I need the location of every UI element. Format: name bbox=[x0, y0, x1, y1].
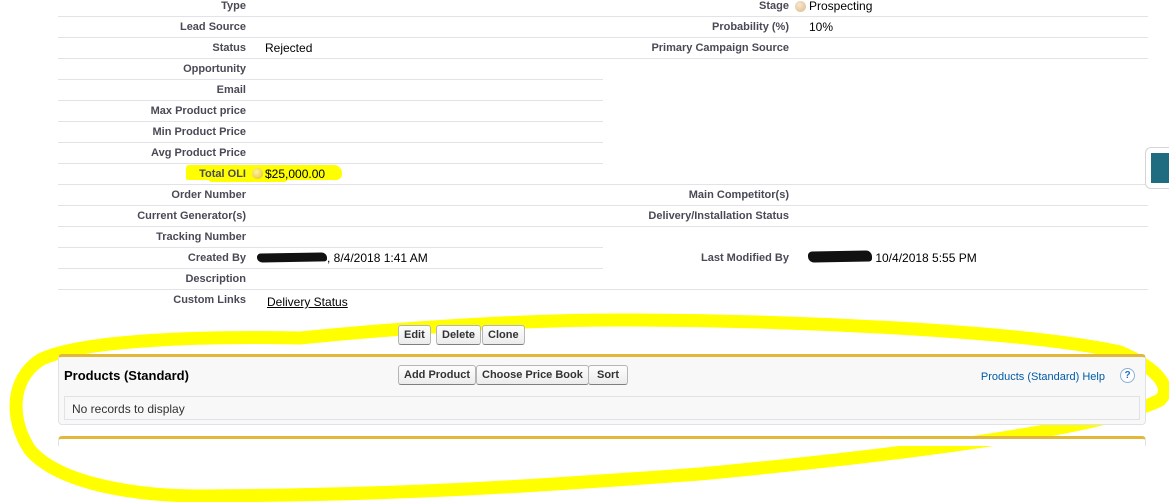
divider bbox=[58, 226, 1148, 227]
divider bbox=[58, 100, 603, 101]
field-label-opportunity: Opportunity bbox=[183, 63, 246, 75]
no-records-message: No records to display bbox=[72, 402, 185, 416]
divider bbox=[58, 121, 603, 122]
choose-price-book-button[interactable]: Choose Price Book bbox=[476, 365, 589, 385]
products-help-link[interactable]: Products (Standard) Help bbox=[981, 371, 1105, 383]
field-label-current-generator: Current Generator(s) bbox=[137, 210, 246, 222]
help-question-icon[interactable]: ? bbox=[1120, 368, 1135, 383]
field-label-stage: Stage bbox=[759, 0, 789, 12]
field-label-avg-product-price: Avg Product Price bbox=[151, 147, 246, 159]
field-value-last-modified-by: 10/4/2018 5:55 PM bbox=[807, 250, 977, 265]
field-label-custom-links: Custom Links bbox=[173, 294, 246, 306]
field-label-probability: Probability (%) bbox=[711, 21, 789, 33]
field-label-last-modified-by: Last Modified By bbox=[700, 252, 789, 264]
add-product-button[interactable]: Add Product bbox=[398, 365, 476, 385]
field-label-order-number: Order Number bbox=[171, 189, 246, 201]
field-label-created-by: Created By bbox=[187, 252, 246, 264]
divider bbox=[58, 163, 603, 164]
field-label-type: Type bbox=[221, 0, 246, 12]
field-label-delivery-installation-status: Delivery/Installation Status bbox=[648, 210, 789, 222]
side-panel-tab[interactable] bbox=[1145, 147, 1169, 189]
divider bbox=[58, 268, 603, 269]
field-value-status: Rejected bbox=[265, 41, 313, 55]
field-value-stage: Prospecting bbox=[809, 0, 873, 13]
field-label-email: Email bbox=[216, 84, 246, 96]
custom-link-delivery-status[interactable]: Delivery Status bbox=[267, 295, 348, 309]
delete-button[interactable]: Delete bbox=[436, 325, 482, 345]
redacted-user-name bbox=[807, 250, 873, 263]
field-label-min-product-price: Min Product Price bbox=[152, 126, 246, 138]
field-label-total-oli: Total OLI bbox=[199, 168, 246, 180]
field-label-max-product-price: Max Product price bbox=[150, 105, 246, 117]
sort-button[interactable]: Sort bbox=[588, 365, 628, 385]
field-label-description: Description bbox=[185, 273, 246, 285]
help-orb-icon[interactable] bbox=[795, 1, 806, 12]
field-value-probability: 10% bbox=[809, 20, 834, 34]
divider bbox=[58, 142, 603, 143]
field-value-created-by: , 8/4/2018 1:41 AM bbox=[256, 251, 428, 265]
divider bbox=[58, 16, 1148, 17]
clone-button[interactable]: Clone bbox=[482, 325, 525, 345]
divider bbox=[58, 184, 1148, 185]
field-label-status: Status bbox=[212, 42, 246, 54]
field-label-lead-source: Lead Source bbox=[179, 21, 246, 33]
products-related-list: Products (Standard) Add Product Choose P… bbox=[58, 354, 1146, 425]
redacted-user-name bbox=[256, 252, 328, 263]
divider bbox=[58, 289, 1148, 290]
divider bbox=[58, 247, 603, 248]
field-label-tracking-number: Tracking Number bbox=[156, 231, 246, 243]
related-list-title: Products (Standard) bbox=[64, 368, 189, 383]
next-related-list-header bbox=[58, 436, 1146, 446]
divider bbox=[58, 205, 1148, 206]
side-panel-handle-icon bbox=[1151, 153, 1169, 183]
field-label-main-competitor: Main Competitor(s) bbox=[688, 189, 789, 201]
field-label-primary-campaign-source: Primary Campaign Source bbox=[651, 42, 789, 54]
related-list-body: No records to display bbox=[64, 396, 1140, 420]
divider bbox=[58, 58, 1148, 59]
field-value-total-oli: $25,000.00 bbox=[265, 167, 326, 181]
edit-button[interactable]: Edit bbox=[398, 325, 431, 345]
highlighter-annotation bbox=[9, 313, 1169, 502]
delivery-status-link[interactable]: Delivery Status bbox=[267, 295, 348, 309]
divider bbox=[58, 37, 1148, 38]
help-orb-icon[interactable] bbox=[252, 168, 263, 179]
divider bbox=[58, 79, 603, 80]
